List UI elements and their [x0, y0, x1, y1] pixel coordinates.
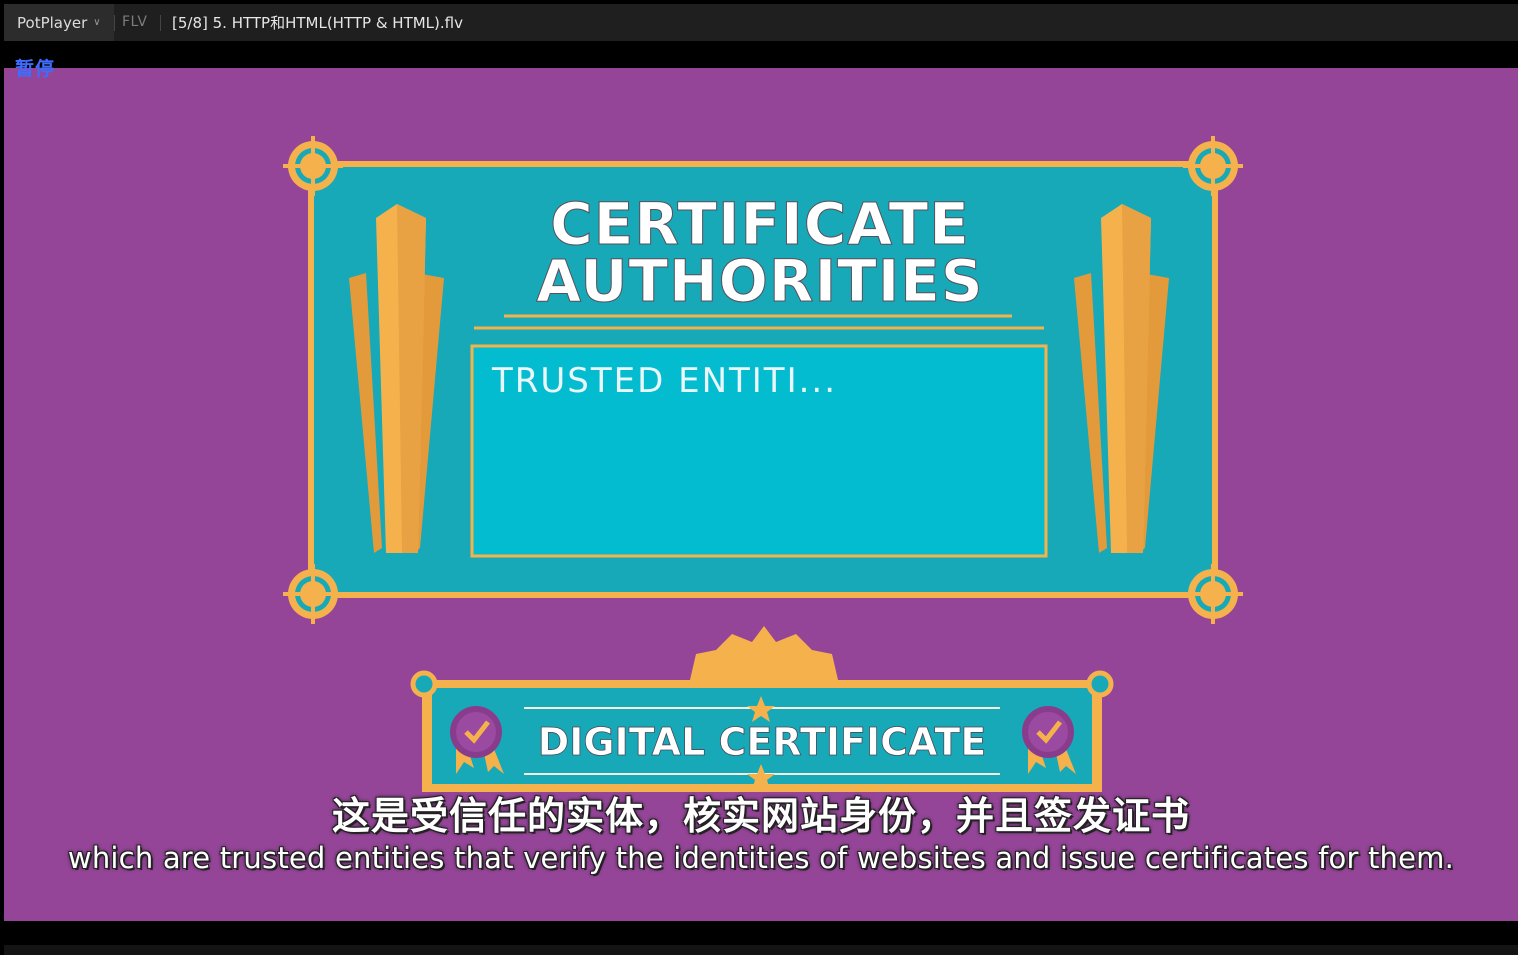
video-frame[interactable]: CERTIFICATE AUTHORITIES TRUSTED ENTITI..… [4, 68, 1518, 921]
subtitle-english: which are trusted entities that verify t… [67, 841, 1455, 875]
divider [114, 15, 115, 31]
digital-certificate-badge: DIGITAL CERTIFICATE [410, 626, 1114, 792]
chevron-down-icon: ∨ [93, 17, 101, 28]
typed-text: TRUSTED ENTITI... [491, 361, 837, 401]
certificate-panel: CERTIFICATE AUTHORITIES TRUSTED ENTITI..… [283, 136, 1243, 624]
divider [160, 15, 161, 31]
format-label: FLV [122, 14, 148, 30]
file-title: [5/8] 5. HTTP和HTML(HTTP & HTML).flv [172, 14, 463, 32]
badge-label: DIGITAL CERTIFICATE [538, 720, 987, 764]
control-bar-edge [4, 945, 1518, 955]
app-menu-button[interactable]: PotPlayer ∨ [4, 4, 114, 41]
certificate-title-line2: AUTHORITIES [536, 247, 983, 315]
playback-status: 暂停 [15, 58, 56, 80]
subtitle-chinese: 这是受信任的实体，核实网站身份，并且签发证书 [331, 794, 1190, 838]
title-bar: PotPlayer ∨ FLV [5/8] 5. HTTP和HTML(HTTP … [4, 4, 1518, 41]
app-name: PotPlayer [17, 13, 88, 32]
